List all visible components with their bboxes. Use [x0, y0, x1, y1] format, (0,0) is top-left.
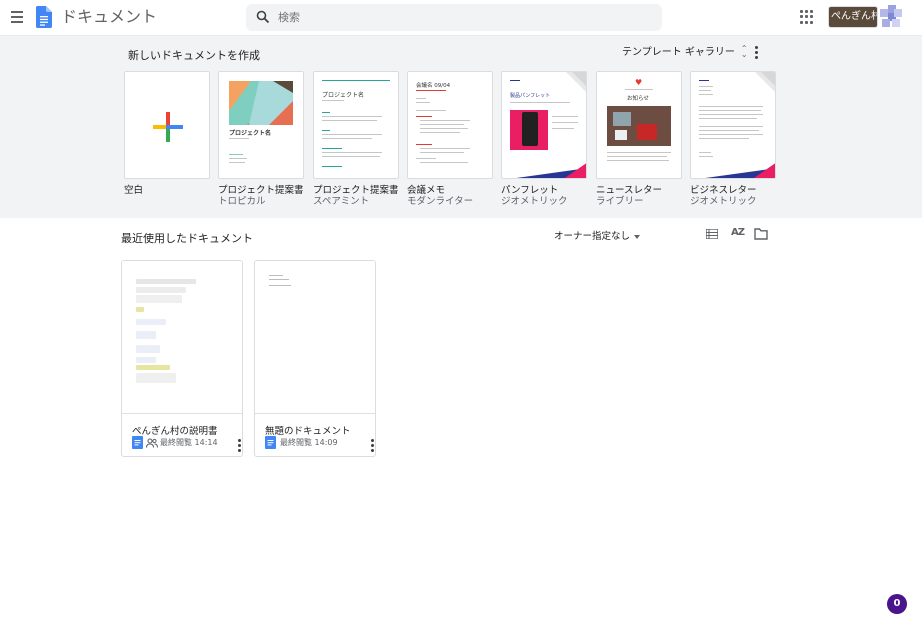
template-name: パンフレット [501, 185, 559, 196]
list-view-icon[interactable] [706, 229, 718, 239]
docs-file-icon [265, 436, 276, 449]
doc-title: ぺんぎん村の説明書 [132, 426, 218, 437]
geometric-footer-graphic [705, 163, 775, 178]
google-apps-icon[interactable] [800, 10, 814, 24]
newsletter-photo [607, 106, 671, 146]
search-icon[interactable] [256, 10, 270, 24]
doc-thumbnail [255, 261, 375, 414]
notification-badge[interactable]: 0 [887, 594, 907, 614]
tropical-graphic [229, 81, 293, 125]
docs-file-icon [132, 436, 143, 449]
recent-doc-card[interactable]: ぺんぎん村の説明書 最終閲覧 14:14 [121, 260, 243, 457]
geometric-footer-graphic [516, 163, 586, 178]
last-opened: 最終閲覧 14:14 [160, 438, 218, 447]
template-subname: ジオメトリック [501, 196, 568, 207]
app-title[interactable]: ドキュメント [61, 7, 157, 27]
folder-icon[interactable] [754, 228, 768, 240]
template-thumbnail[interactable] [124, 71, 210, 179]
section-title: 新しいドキュメントを作成 [128, 49, 260, 62]
template-project-proposal-spearmint[interactable]: プロジェクト名 プロジェクト提案書 スペアミント [313, 71, 399, 207]
template-name: ビジネスレター [690, 185, 757, 196]
template-thumbnail[interactable]: 会議名 09/04 [407, 71, 493, 179]
unfold-more-icon: ⌃ ⌄ [740, 44, 748, 59]
thumbnail-title: プロジェクト名 [229, 130, 272, 137]
template-name: 空白 [124, 185, 144, 196]
template-brochure[interactable]: 製品パンフレット パンフレット ジオメトリック [501, 71, 587, 207]
template-subname: トロピカル [218, 196, 266, 207]
doc-title: 無題のドキュメント [265, 426, 351, 437]
template-name: プロジェクト提案書 [313, 185, 399, 196]
owner-filter-label: オーナー指定なし [554, 231, 631, 242]
template-name: ニュースレター [596, 185, 663, 196]
thumbnail-title: 製品パンフレット [510, 93, 551, 99]
recent-section-title: 最近使用したドキュメント [121, 232, 253, 245]
top-bar: ドキュメント ぺんぎん村パ [0, 0, 922, 36]
template-blank[interactable]: 空白 [124, 71, 210, 196]
doc-meta: 最終閲覧 14:09 [265, 436, 374, 452]
sort-az-icon[interactable]: AZ [731, 227, 745, 238]
template-subname: ライブリー [596, 196, 644, 207]
geometric-corner-graphic [566, 72, 586, 92]
more-vert-icon[interactable] [235, 438, 242, 452]
template-business-letter[interactable]: ビジネスレター ジオメトリック [690, 71, 776, 207]
template-thumbnail[interactable]: プロジェクト名 [218, 71, 304, 179]
template-project-proposal-tropical[interactable]: プロジェクト名 プロジェクト提案書 トロピカル [218, 71, 304, 207]
plus-icon [153, 112, 183, 142]
template-thumbnail[interactable] [690, 71, 776, 179]
thumbnail-title: お知らせ [627, 96, 649, 102]
search-input[interactable] [278, 4, 638, 31]
thumbnail-title: 会議名 09/04 [416, 83, 451, 89]
template-gallery-label: テンプレート ギャラリー [622, 47, 735, 58]
template-meeting-notes[interactable]: 会議名 09/04 会議メモ モダンライター [407, 71, 493, 207]
template-thumbnail[interactable]: ♥ お知らせ [596, 71, 682, 179]
thumbnail-title: プロジェクト名 [322, 92, 365, 99]
dropdown-arrow-icon [634, 234, 641, 239]
doc-meta: 最終閲覧 14:14 [132, 436, 241, 452]
avatar[interactable] [880, 5, 902, 29]
more-vert-icon[interactable] [368, 438, 375, 452]
template-thumbnail[interactable]: 製品パンフレット [501, 71, 587, 179]
template-name: プロジェクト提案書 [218, 185, 304, 196]
last-opened: 最終閲覧 14:09 [280, 438, 338, 447]
template-thumbnail[interactable]: プロジェクト名 [313, 71, 399, 179]
search-bar[interactable] [246, 4, 662, 31]
main-menu-icon[interactable] [8, 8, 26, 26]
template-subname: モダンライター [407, 196, 474, 207]
template-subname: ジオメトリック [690, 196, 757, 207]
more-vert-icon[interactable] [750, 45, 762, 61]
template-name: 会議メモ [407, 185, 446, 196]
template-gallery-button[interactable]: テンプレート ギャラリー ⌃ ⌄ [622, 43, 749, 63]
owner-filter-dropdown[interactable]: オーナー指定なし [554, 228, 641, 242]
template-subname: スペアミント [313, 196, 370, 207]
shared-people-icon [146, 438, 158, 448]
docs-logo-icon[interactable] [36, 6, 52, 28]
account-chip[interactable]: ぺんぎん村パ [828, 6, 878, 28]
heart-icon: ♥ [635, 78, 643, 87]
doc-thumbnail [122, 261, 242, 414]
geometric-corner-graphic [755, 72, 775, 92]
recent-doc-card[interactable]: 無題のドキュメント 最終閲覧 14:09 [254, 260, 376, 457]
template-gallery-section: 新しいドキュメントを作成 テンプレート ギャラリー ⌃ ⌄ 空白 プロジェクト名… [0, 36, 922, 218]
template-newsletter[interactable]: ♥ お知らせ ニュースレター ライブリー [596, 71, 682, 207]
